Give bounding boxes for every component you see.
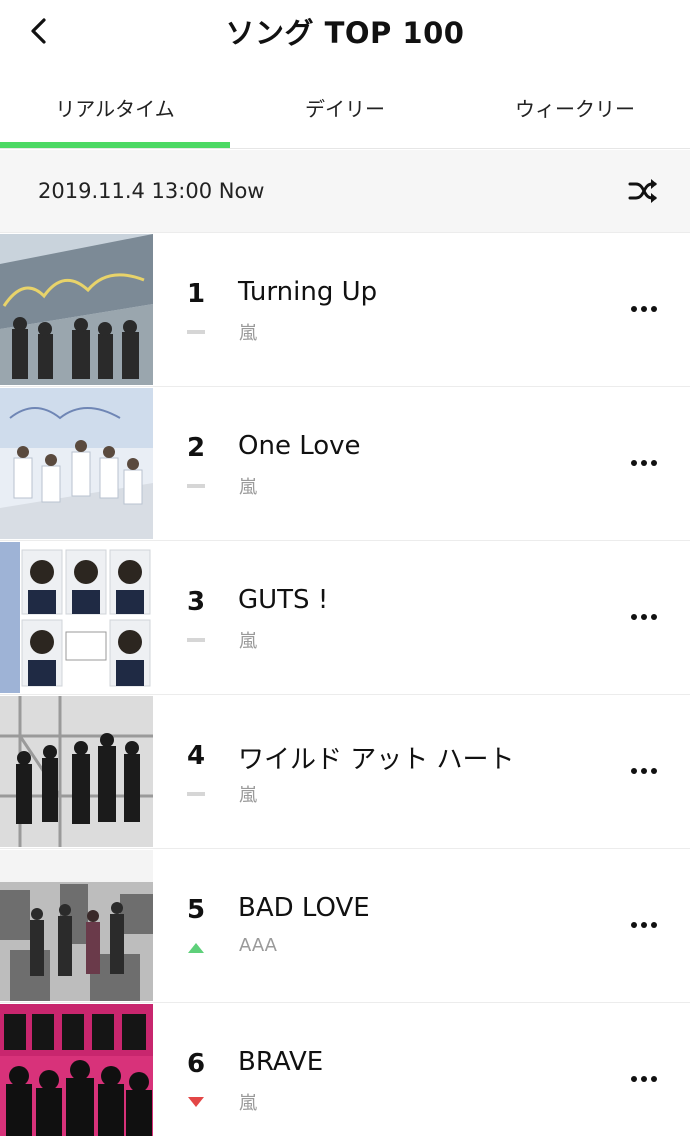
header: ソング TOP 100 (0, 0, 690, 62)
list-item[interactable]: 4 ワイルド アット ハート 嵐 (0, 695, 690, 849)
artist-name: AAA (239, 935, 277, 956)
song-title: GUTS ! (238, 585, 329, 615)
back-button[interactable] (16, 8, 62, 54)
more-icon (631, 768, 657, 774)
tab-realtime[interactable]: リアルタイム (0, 66, 230, 148)
song-title: ワイルド アット ハート (238, 745, 515, 775)
list-item[interactable]: 1 Turning Up 嵐 (0, 233, 690, 387)
album-art-wild-at-heart (0, 696, 153, 847)
rank-unchanged-icon (185, 479, 207, 493)
more-icon (631, 614, 657, 620)
tab-daily[interactable]: デイリー (230, 66, 460, 148)
song-title: BAD LOVE (238, 893, 370, 923)
shuffle-icon (628, 179, 657, 203)
chart-info-bar: 2019.11.4 13:00 Now (0, 150, 690, 233)
rank-number: 3 (186, 587, 206, 617)
song-title: BRAVE (238, 1047, 324, 1077)
chevron-left-icon (31, 18, 46, 44)
rank-number: 6 (186, 1049, 206, 1079)
rank-number: 5 (186, 895, 206, 925)
rank-number: 4 (186, 741, 206, 771)
song-chart-screen: ソング TOP 100 リアルタイム デイリー ウィークリー 2019.11.4… (0, 0, 690, 1136)
rank-unchanged-icon (185, 787, 207, 801)
album-art-brave (0, 1004, 153, 1136)
more-options-button[interactable] (624, 599, 664, 635)
list-item[interactable]: 3 GUTS ! 嵐 (0, 541, 690, 695)
rank-number: 1 (186, 279, 206, 309)
more-icon (631, 922, 657, 928)
album-art-guts (0, 542, 153, 693)
more-options-button[interactable] (624, 1061, 664, 1097)
more-options-button[interactable] (624, 753, 664, 789)
artist-name: 嵐 (239, 1093, 257, 1114)
song-title: Turning Up (238, 277, 378, 307)
album-art-one-love (0, 388, 153, 539)
more-icon (631, 1076, 657, 1082)
song-title: One Love (238, 431, 361, 461)
rank-unchanged-icon (185, 325, 207, 339)
more-icon (631, 460, 657, 466)
artist-name: 嵐 (239, 631, 257, 652)
list-item[interactable]: 2 One Love 嵐 (0, 387, 690, 541)
artist-name: 嵐 (239, 785, 257, 806)
active-tab-indicator (0, 142, 230, 148)
artist-name: 嵐 (239, 477, 257, 498)
shuffle-button[interactable] (626, 174, 660, 208)
song-list: 1 Turning Up 嵐 2 One Love 嵐 3 GUTS ! 嵐 4… (0, 233, 690, 1136)
tab-weekly[interactable]: ウィークリー (460, 66, 690, 148)
rank-unchanged-icon (185, 633, 207, 647)
chart-timestamp: 2019.11.4 13:00 Now (38, 179, 265, 203)
rank-up-icon (185, 941, 207, 955)
artist-name: 嵐 (239, 323, 257, 344)
album-art-turning-up (0, 234, 153, 385)
rank-down-icon (185, 1095, 207, 1109)
more-options-button[interactable] (624, 291, 664, 327)
more-options-button[interactable] (624, 907, 664, 943)
more-options-button[interactable] (624, 445, 664, 481)
album-art-bad-love (0, 850, 153, 1001)
chart-period-tabs: リアルタイム デイリー ウィークリー (0, 66, 690, 149)
list-item[interactable]: 6 BRAVE 嵐 (0, 1003, 690, 1136)
more-icon (631, 306, 657, 312)
list-item[interactable]: 5 BAD LOVE AAA (0, 849, 690, 1003)
rank-number: 2 (186, 433, 206, 463)
page-title: ソング TOP 100 (225, 16, 465, 50)
